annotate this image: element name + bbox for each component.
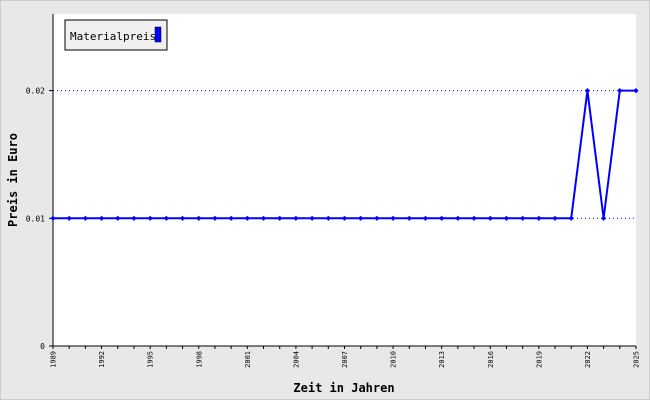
chart-svg: 0 0.01 0.02 1989 1992 1995 1998 2001 2004 2007 20… [0, 0, 650, 400]
y-axis-label: Preis in Euro [6, 133, 20, 227]
y-tick-label: 0.01 [26, 214, 45, 223]
x-tick-label: 1992 [98, 351, 106, 368]
x-tick-label: 2025 [633, 351, 641, 368]
x-tick-label: 2001 [244, 351, 252, 368]
y-tick-label: 0 [40, 342, 45, 351]
x-tick-label: 2007 [341, 351, 349, 368]
chart: 0 0.01 0.02 1989 1992 1995 1998 2001 2004 2007 20… [0, 0, 650, 400]
x-tick-label: 1989 [50, 351, 58, 368]
y-tick-label: 0.02 [26, 87, 45, 96]
x-axis-label: Zeit in Jahren [293, 381, 394, 395]
x-tick-label: 2004 [292, 351, 300, 368]
legend: Materialpreis [64, 19, 168, 51]
x-tick-label: 1995 [147, 351, 155, 368]
x-tick-label: 2016 [487, 351, 495, 368]
x-tick-label: 2013 [438, 351, 446, 368]
plot-area [53, 14, 636, 346]
legend-label: Materialpreis [70, 30, 156, 43]
x-tick-label: 2010 [390, 351, 398, 368]
legend-swatch [154, 26, 162, 43]
x-tick-label: 1998 [195, 351, 203, 368]
x-tick-label: 2019 [535, 351, 543, 368]
x-tick-label: 2022 [584, 351, 592, 368]
